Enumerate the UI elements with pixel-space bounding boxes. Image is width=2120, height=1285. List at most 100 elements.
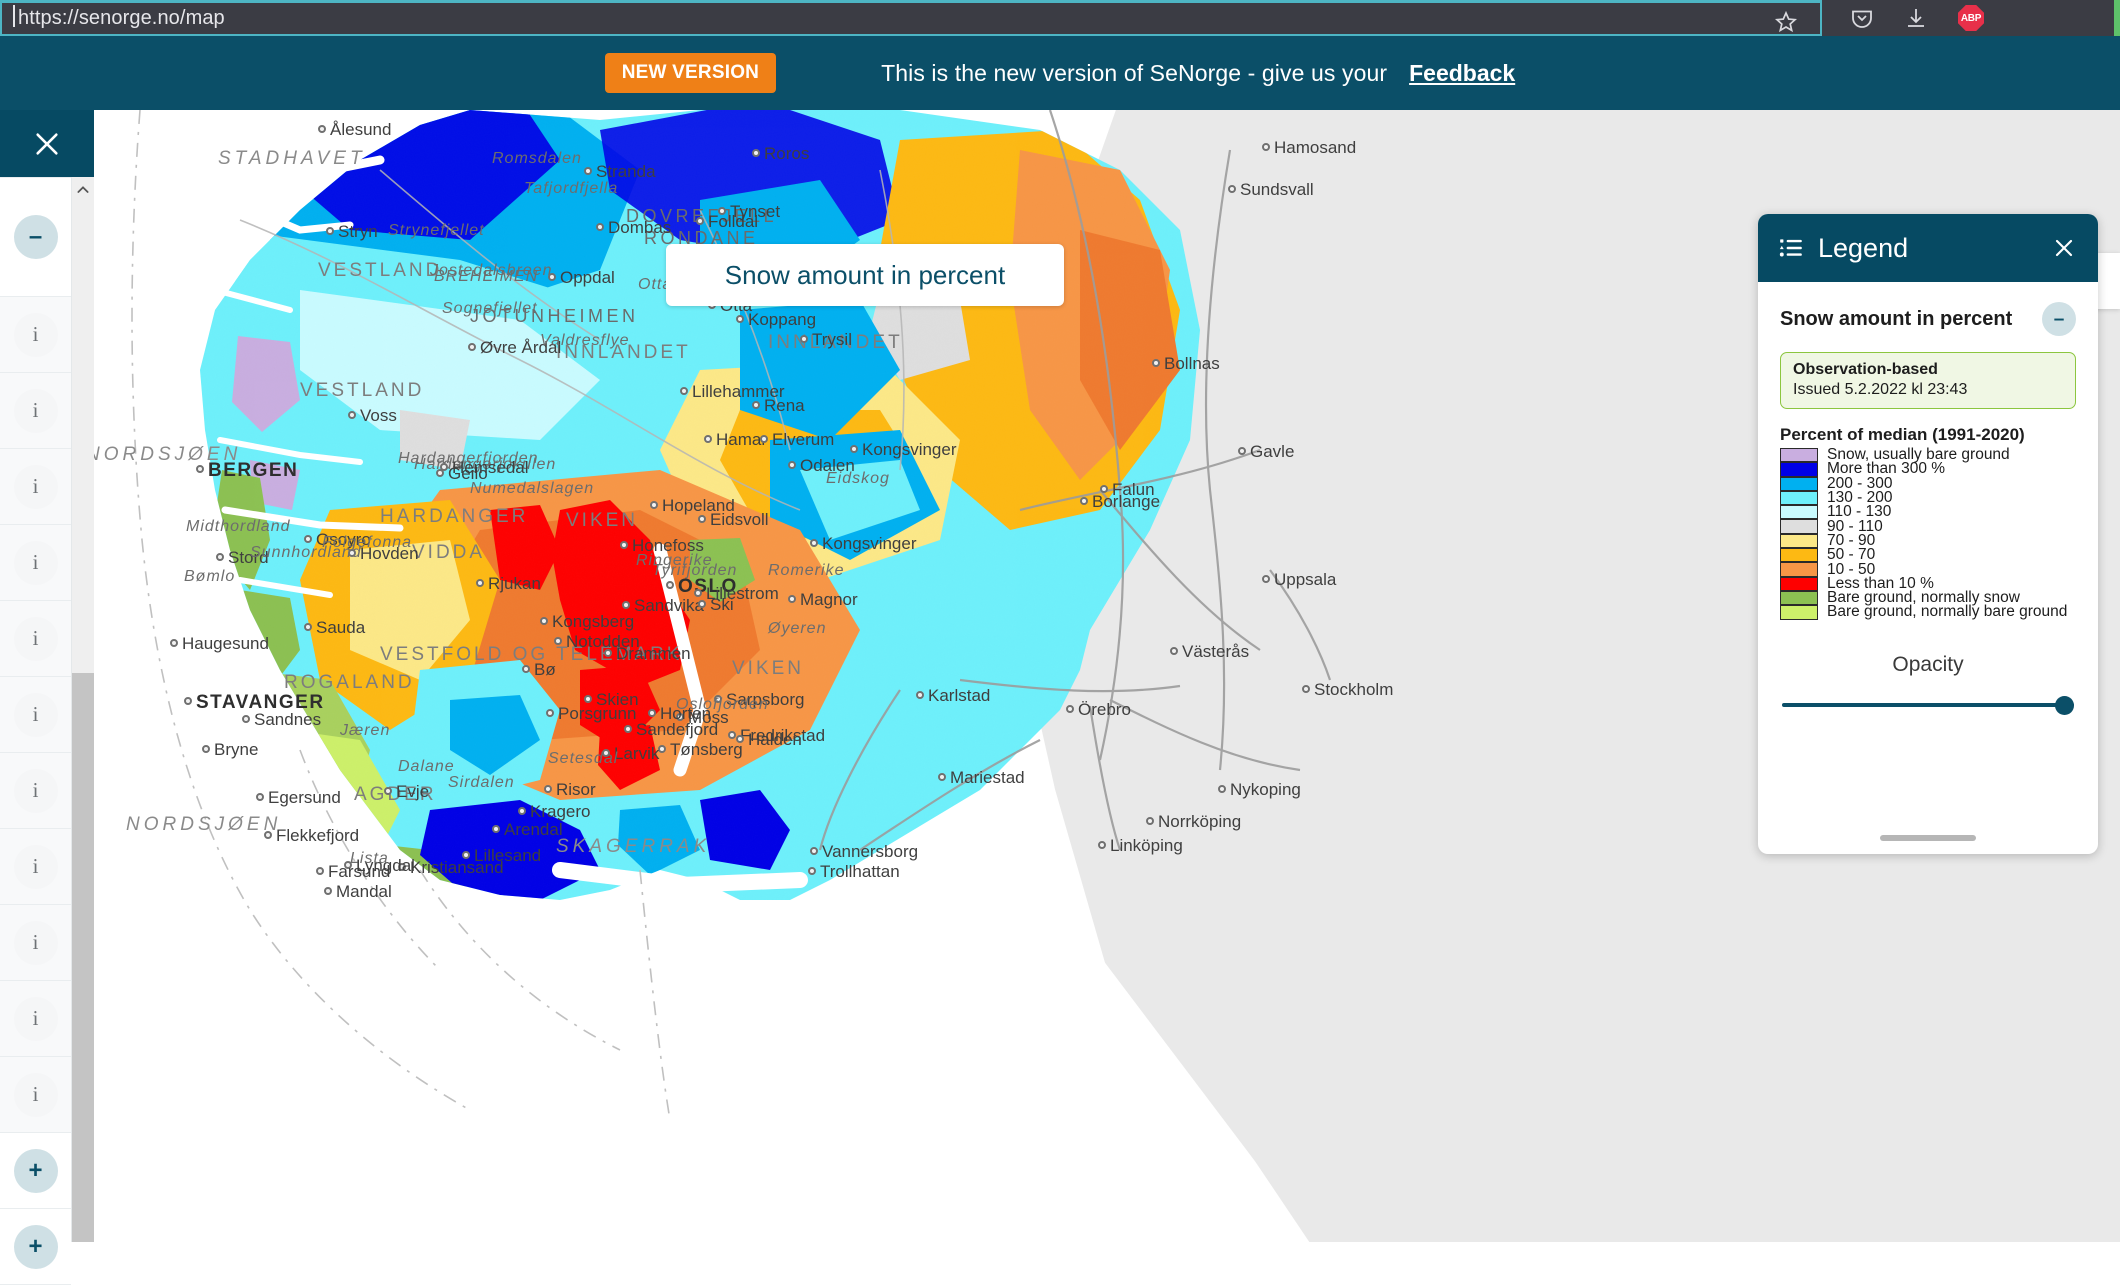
city-marker-dot [800,335,808,343]
minus-icon[interactable]: – [13,215,58,259]
city-marker-dot [304,535,312,543]
scrollbar-thumb[interactable] [72,673,94,1242]
city-marker-dot [318,125,326,133]
sidebar-item-0[interactable]: – [0,177,71,297]
info-icon[interactable]: i [13,920,58,965]
drag-handle[interactable] [1880,835,1976,841]
city-marker-dot [398,863,406,871]
city-marker-dot [242,715,250,723]
legend-scale-row: More than 300 % [1780,460,2076,477]
city-marker-dot [850,445,858,453]
observation-issued: Issued 5.2.2022 kl 23:43 [1793,381,1968,398]
info-icon[interactable]: i [13,1072,58,1117]
download-icon[interactable] [1904,6,1928,30]
city-marker-dot [760,435,768,443]
info-icon[interactable]: i [13,996,58,1041]
pocket-icon[interactable] [1850,6,1874,30]
sidebar-item-3[interactable]: i [0,449,71,525]
sidebar-list[interactable]: – i i i i i i i i i i i + + [0,177,72,1285]
sidebar-scrollbar[interactable] [72,177,94,1242]
new-version-banner: NEW VERSION This is the new version of S… [0,36,2120,110]
opacity-knob[interactable] [2055,695,2074,715]
sidebar-item-5[interactable]: i [0,601,71,677]
city-marker-dot [316,867,324,875]
info-icon[interactable]: i [13,692,58,737]
opacity-slider[interactable] [1782,695,2074,715]
map-layer-title-text: Snow amount in percent [724,259,1006,290]
sidebar-item-7[interactable]: i [0,753,71,829]
observation-info-box: Observation-based Issued 5.2.2022 kl 23:… [1780,352,2076,409]
sidebar-item-4[interactable]: i [0,525,71,601]
city-marker-dot [666,581,674,589]
new-version-badge: NEW VERSION [604,53,777,93]
city-marker-dot [324,887,332,895]
city-marker-dot [916,691,924,699]
chevron-up-icon[interactable] [72,177,94,203]
legend-color-swatch [1780,605,1818,620]
city-marker-dot [348,549,356,557]
city-marker-dot [622,601,630,609]
info-icon[interactable]: i [13,388,58,433]
city-marker-dot [1066,705,1074,713]
left-sidebar[interactable]: – i i i i i i i i i i i + + [0,110,94,1285]
sidebar-item-6[interactable]: i [0,677,71,753]
city-marker-dot [384,787,392,795]
legend-scale-row: 50 - 70 [1780,546,2076,563]
info-icon[interactable]: i [13,768,58,813]
plus-icon[interactable]: + [13,1224,58,1269]
bookmark-star-icon[interactable] [1774,10,1798,34]
sidebar-item-1[interactable]: i [0,297,71,373]
info-icon[interactable]: i [13,312,58,357]
city-marker-dot [344,861,352,869]
sidebar-item-12[interactable]: + [0,1133,71,1209]
city-marker-dot [620,541,628,549]
list-icon [1778,235,1804,261]
info-icon[interactable]: i [13,540,58,585]
city-marker-dot [1228,185,1236,193]
city-marker-dot [544,785,552,793]
info-icon[interactable]: i [13,464,58,509]
close-icon[interactable] [33,130,61,158]
city-marker-dot [1170,647,1178,655]
sidebar-item-10[interactable]: i [0,981,71,1057]
browser-toolbar-icons: ABP [1822,0,2120,36]
opacity-track[interactable] [1782,702,2074,707]
city-marker-dot [584,167,592,175]
address-bar[interactable]: https://senorge.no/map [0,0,1822,36]
adblock-plus-icon[interactable]: ABP [1958,5,1984,31]
city-marker-dot [596,223,604,231]
city-marker-dot [540,617,548,625]
plus-icon[interactable]: + [13,1148,58,1193]
browser-chrome: https://senorge.no/map ABP [0,0,2120,36]
url-text: https://senorge.no/map [13,5,225,29]
city-marker-dot [696,217,704,225]
city-marker-dot [492,825,500,833]
city-marker-dot [704,435,712,443]
city-marker-dot [216,553,224,561]
sidebar-item-13[interactable]: + [0,1209,71,1285]
close-icon[interactable] [2052,236,2076,260]
city-marker-dot [698,515,706,523]
legend-color-swatch [1780,476,1818,491]
city-marker-dot [728,731,736,739]
legend-color-swatch [1780,533,1818,549]
info-icon[interactable]: i [13,844,58,889]
legend-panel[interactable]: Legend Snow amount in percent – Observat… [1758,214,2098,854]
city-marker-dot [648,709,656,717]
city-marker-dot [1218,785,1226,793]
city-marker-dot [476,579,484,587]
city-marker-dot [694,589,702,597]
legend-color-swatch [1780,562,1818,577]
city-marker-dot [584,695,592,703]
sidebar-item-8[interactable]: i [0,829,71,905]
city-marker-dot [650,501,658,509]
feedback-link[interactable]: Feedback [1409,60,1515,87]
sidebar-item-2[interactable]: i [0,373,71,449]
map-layer-title: Snow amount in percent [666,244,1064,306]
sidebar-item-11[interactable]: i [0,1057,71,1133]
chrome-right-edge [2114,0,2120,36]
city-marker-dot [810,847,818,855]
sidebar-item-9[interactable]: i [0,905,71,981]
collapse-layer-button[interactable]: – [2042,302,2076,336]
info-icon[interactable]: i [13,616,58,661]
